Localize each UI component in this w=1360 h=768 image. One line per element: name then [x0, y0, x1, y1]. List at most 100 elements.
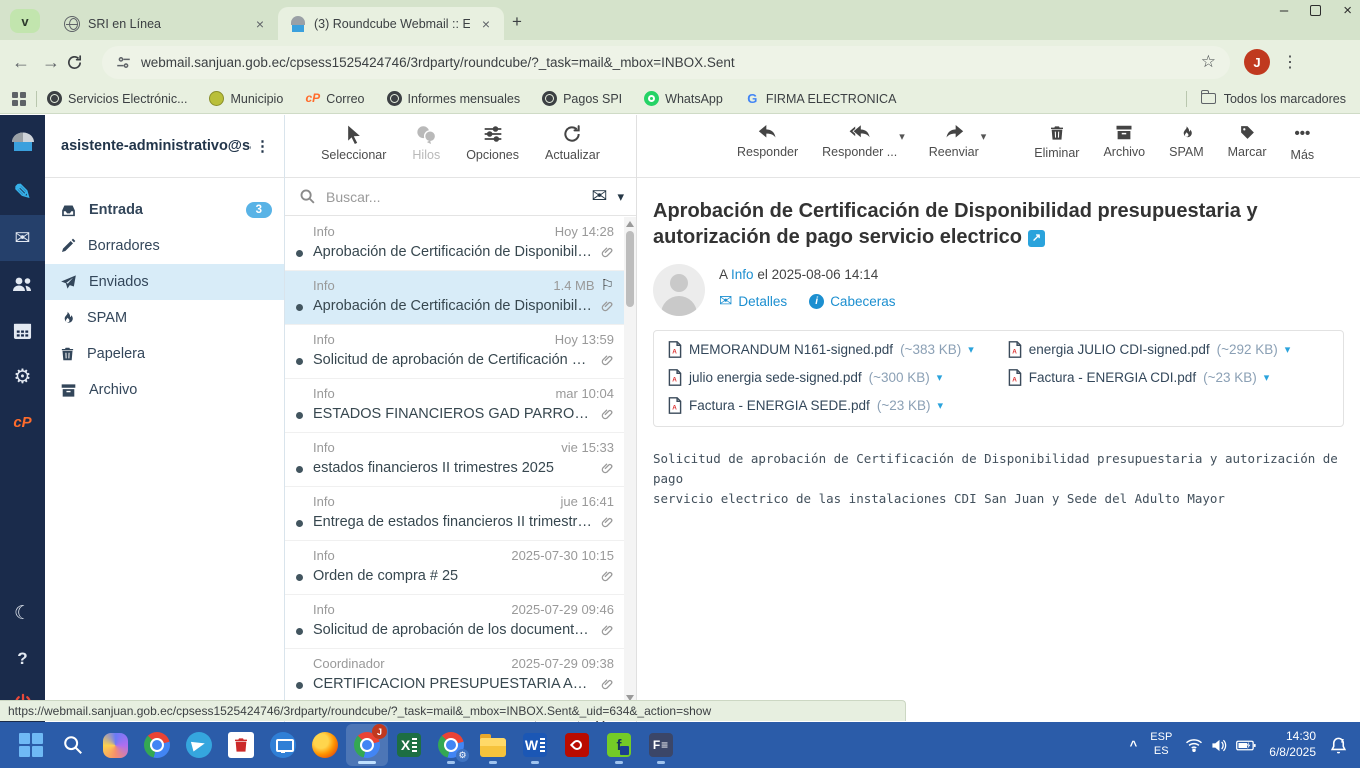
reply-all-dropdown-icon[interactable]: ▾: [899, 130, 905, 159]
profile-avatar[interactable]: J: [1244, 49, 1270, 75]
dark-mode-button[interactable]: ☾: [0, 590, 45, 636]
folder-enviados[interactable]: Enviados: [45, 264, 284, 300]
attachment-menu-icon[interactable]: ▾: [937, 371, 943, 384]
mark-button[interactable]: Marcar: [1228, 124, 1267, 159]
attachment-menu-icon[interactable]: ▾: [1264, 371, 1270, 384]
message-row[interactable]: Info vie 15:33 estados financieros II tri…: [285, 433, 624, 487]
taskbar-explorer[interactable]: [472, 724, 514, 766]
taskbar-app-f-dark[interactable]: F≡: [640, 724, 682, 766]
reply-button[interactable]: Responder: [737, 124, 798, 159]
message-row[interactable]: Info 2025-07-30 10:15 Orden de compra # 2…: [285, 541, 624, 595]
language-indicator[interactable]: ESP ES: [1150, 731, 1172, 759]
bookmark-municipio[interactable]: Municipio: [209, 91, 283, 106]
bookmark-informes[interactable]: Informes mensuales: [386, 91, 520, 106]
headers-toggle[interactable]: i Cabeceras: [809, 291, 895, 311]
options-button[interactable]: Opciones: [466, 124, 519, 162]
attachment-item[interactable]: A julio energia sede-signed.pdf (~300 KB…: [668, 369, 974, 386]
message-row-selected[interactable]: Info 1.4 MB ⚐ Aprobación de Certificación …: [285, 271, 624, 325]
back-button[interactable]: ←: [6, 52, 36, 73]
nav-mail[interactable]: ✉: [0, 215, 45, 261]
attachment-item[interactable]: A MEMORANDUM N161-signed.pdf (~383 KB) ▾: [668, 341, 974, 358]
browser-menu-icon[interactable]: ⋮: [1282, 52, 1298, 72]
nav-cpanel[interactable]: cP: [0, 399, 45, 445]
taskbar-chrome[interactable]: [136, 724, 178, 766]
search-options-chevron-icon[interactable]: ▾: [617, 189, 624, 205]
spam-button[interactable]: SPAM: [1169, 124, 1204, 159]
taskbar-app-f-green[interactable]: f: [598, 724, 640, 766]
folder-borradores[interactable]: Borradores: [45, 228, 284, 264]
nav-settings[interactable]: ⚙: [0, 353, 45, 399]
roundcube-logo[interactable]: [0, 115, 45, 169]
taskbar-display-app[interactable]: [262, 724, 304, 766]
list-scrollbar[interactable]: [624, 217, 636, 705]
start-button[interactable]: [10, 724, 52, 766]
site-settings-icon[interactable]: [116, 55, 131, 70]
message-row[interactable]: Coordinador 2025-07-29 09:38 CERTIFICACIO…: [285, 649, 624, 703]
more-button[interactable]: ••• Más: [1291, 124, 1315, 162]
minimize-button[interactable]: –: [1280, 2, 1288, 19]
tab-close-icon[interactable]: ×: [252, 16, 268, 32]
attachment-menu-icon[interactable]: ▾: [937, 399, 943, 412]
recipient-link[interactable]: Info: [731, 267, 754, 282]
taskbar-recycle[interactable]: [220, 724, 262, 766]
bookmark-servicios[interactable]: Servicios Electrónic...: [47, 91, 187, 106]
message-row[interactable]: Info Hoy 14:28 Aprobación de Certificació…: [285, 217, 624, 271]
bookmark-whatsapp[interactable]: WhatsApp: [644, 91, 723, 106]
bookmark-firma[interactable]: G FIRMA ELECTRONICA: [745, 91, 896, 106]
taskbar-telegram[interactable]: [178, 724, 220, 766]
message-row[interactable]: Info Hoy 13:59 Solicitud de aprobación de…: [285, 325, 624, 379]
compose-button[interactable]: ✎: [0, 169, 45, 215]
reload-button[interactable]: [66, 54, 96, 71]
taskbar-acrobat[interactable]: [556, 724, 598, 766]
tab-search-button[interactable]: v: [10, 9, 40, 33]
taskbar-excel[interactable]: X: [388, 724, 430, 766]
browser-tab-sri[interactable]: SRI en Línea ×: [52, 7, 278, 40]
bookmark-pagos[interactable]: Pagos SPI: [542, 91, 622, 106]
maximize-button[interactable]: [1310, 5, 1322, 16]
tray-status-icons[interactable]: [1185, 738, 1256, 753]
folder-spam[interactable]: SPAM: [45, 300, 284, 336]
tray-expand-icon[interactable]: ^: [1130, 738, 1138, 753]
reply-all-button[interactable]: Responder ...: [822, 124, 897, 159]
folder-papelera[interactable]: Papelera: [45, 336, 284, 372]
forward-button[interactable]: →: [36, 52, 66, 73]
message-row[interactable]: Info jue 16:41 Entrega de estados financi…: [285, 487, 624, 541]
help-button[interactable]: ?: [0, 636, 45, 682]
scroll-up-icon[interactable]: [626, 221, 634, 227]
taskbar-chrome-active[interactable]: J: [346, 724, 388, 766]
url-text[interactable]: webmail.sanjuan.gob.ec/cpsess1525424746/…: [141, 55, 1191, 70]
browser-tab-roundcube[interactable]: (3) Roundcube Webmail :: Envia ×: [278, 7, 504, 40]
account-menu-icon[interactable]: ⋮: [251, 137, 274, 155]
threads-button[interactable]: Hilos: [412, 124, 440, 162]
attachment-menu-icon[interactable]: ▾: [968, 343, 974, 356]
nav-contacts[interactable]: [0, 261, 45, 307]
message-row[interactable]: Info 2025-07-29 09:46 Solicitud de aproba…: [285, 595, 624, 649]
address-bar[interactable]: webmail.sanjuan.gob.ec/cpsess1525424746/…: [102, 45, 1230, 79]
delete-button[interactable]: Eliminar: [1034, 124, 1079, 160]
select-button[interactable]: Seleccionar: [321, 124, 386, 162]
search-scope-icon[interactable]: ✉: [592, 185, 608, 208]
bookmark-star-icon[interactable]: ☆: [1201, 52, 1216, 72]
taskbar-word[interactable]: W: [514, 724, 556, 766]
taskbar-chrome-settings[interactable]: ⚙: [430, 724, 472, 766]
nav-calendar[interactable]: [0, 307, 45, 353]
close-window-button[interactable]: ×: [1343, 2, 1352, 19]
bookmark-correo[interactable]: cP Correo: [305, 91, 364, 106]
taskbar-search[interactable]: [52, 724, 94, 766]
attachment-item[interactable]: A Factura - ENERGIA CDI.pdf (~23 KB) ▾: [1008, 369, 1291, 386]
archive-button[interactable]: Archivo: [1103, 124, 1145, 159]
message-row[interactable]: Info mar 10:04 ESTADOS FINANCIEROS GAD PA…: [285, 379, 624, 433]
all-bookmarks-button[interactable]: Todos los marcadores: [1185, 90, 1346, 107]
taskbar-firefox[interactable]: [304, 724, 346, 766]
attachment-menu-icon[interactable]: ▾: [1285, 343, 1291, 356]
refresh-button[interactable]: Actualizar: [545, 124, 600, 162]
apps-grid-icon[interactable]: [12, 91, 26, 106]
attachment-item[interactable]: A Factura - ENERGIA SEDE.pdf (~23 KB) ▾: [668, 397, 974, 414]
attachment-item[interactable]: A energia JULIO CDI-signed.pdf (~292 KB)…: [1008, 341, 1291, 358]
details-toggle[interactable]: ✉ Detalles: [719, 291, 787, 311]
folder-archivo[interactable]: Archivo: [45, 372, 284, 408]
forward-dropdown-icon[interactable]: ▾: [981, 130, 987, 159]
notification-bell-icon[interactable]: z: [1329, 736, 1348, 755]
search-input[interactable]: [326, 188, 582, 205]
taskbar-copilot[interactable]: [94, 724, 136, 766]
